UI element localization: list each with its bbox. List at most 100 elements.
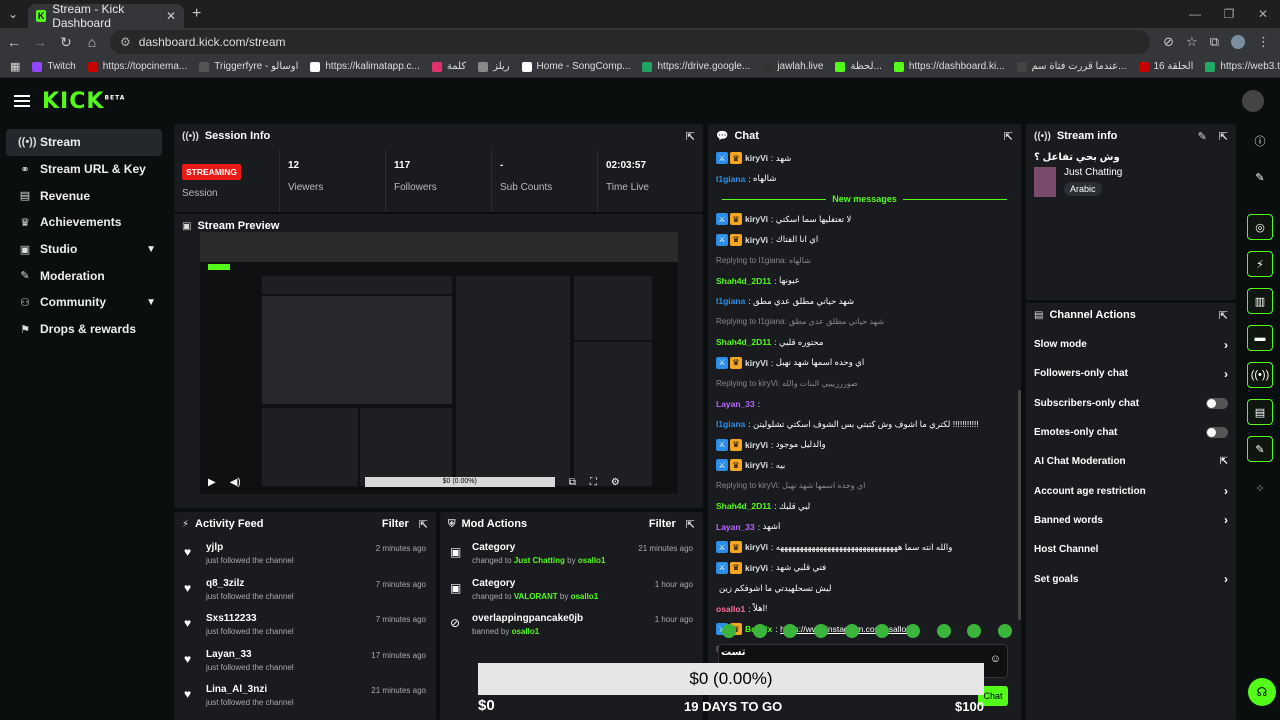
tab-search-icon[interactable]: ⌄ [0,0,26,28]
toggle-switch[interactable] [1206,397,1228,409]
back-icon[interactable]: ← [2,30,26,54]
channel-action-row[interactable]: Set goals › [1026,564,1236,593]
chat-username[interactable]: kiryVi [745,153,768,163]
chat-message[interactable]: I1giana: لكتري ما اشوف وش كتبتي بس الشوف… [716,414,1013,435]
chat-bubble-icon[interactable]: ▬ [1247,325,1273,351]
home-icon[interactable]: ⌂ [80,30,104,54]
chat-username[interactable]: Layan_33 [716,522,755,532]
emote-icon[interactable] [722,624,736,638]
follower-name[interactable]: Sxs112233 [206,613,294,624]
extensions-icon[interactable]: ⧉ [1210,34,1219,50]
emote-icon[interactable] [752,624,767,638]
chat-message[interactable]: Shah4d_2D11: محتوره قلبي [716,332,1013,353]
close-window-icon[interactable]: ✕ [1246,0,1280,28]
kick-logo[interactable]: KICKBETA [42,89,125,114]
hamburger-menu-icon[interactable] [14,95,30,107]
bookmark-item[interactable]: https://topcinema... [87,61,187,72]
settings-icon[interactable]: ⚙ [611,477,620,488]
clipboard-icon[interactable]: ▥ [1247,288,1273,314]
browser-tab[interactable]: K Stream - Kick Dashboard ✕ [28,2,184,30]
info-circle-icon[interactable]: ⓘ [1247,128,1273,154]
bookmark-item[interactable]: https://dashboard.ki... [893,61,1005,72]
chat-username[interactable]: Shah4d_2D11 [716,276,771,286]
expand-icon[interactable]: ⇱ [1219,309,1228,322]
fullscreen-icon[interactable]: ⛶ [590,477,597,488]
toggle-switch[interactable] [1206,427,1228,439]
close-tab-icon[interactable]: ✕ [166,9,176,23]
expand-icon[interactable]: ⇱ [686,130,695,143]
chat-message[interactable]: ⚔ ♛ kiryVi: والله انته سما ههههههههههههههه… [716,537,1013,558]
expand-icon[interactable]: ⇱ [1219,130,1228,143]
menu-dots-icon[interactable]: ⋮ [1257,34,1270,50]
chat-username[interactable]: I1giana [716,174,745,184]
apps-grid-icon[interactable]: ▦ [10,60,20,73]
sidebar-item-achievements[interactable]: ♛ Achievements [6,209,162,236]
channel-action-row[interactable]: Host Channel [1026,535,1236,564]
broadcast-icon[interactable]: ((•)) [1247,362,1273,388]
filter-button[interactable]: Filter [649,518,676,530]
pip-icon[interactable]: ⧉ [569,477,576,488]
expand-icon[interactable]: ⇱ [419,518,428,531]
channel-action-row[interactable]: Slow mode › [1026,330,1236,359]
chat-message[interactable]: I1giana: شالهاه [716,169,1013,190]
follower-name[interactable]: q8_3zilz [206,578,294,589]
minimize-icon[interactable]: — [1178,0,1212,28]
channel-action-row[interactable]: Emotes-only chat [1026,418,1236,447]
sidebar-item-moderation[interactable]: ✎ Moderation [6,262,162,289]
chat-message[interactable]: ليش تسحلهيدتي ما اشوفكم زين [716,578,1013,599]
reload-icon[interactable]: ↻ [54,30,78,54]
plugins-icon[interactable]: ⁘ [1247,475,1273,501]
sidebar-item-community[interactable]: ⚇ Community ▼ [6,289,162,316]
chat-username[interactable]: Layan_33 [716,399,755,409]
bookmark-item[interactable]: عندما قررت فتاة سم... [1016,61,1127,72]
url-bar[interactable]: ⚙ dashboard.kick.com/stream [110,30,1150,54]
user-avatar[interactable] [1242,90,1264,112]
chat-message[interactable]: ⚔ ♛ kiryVi: اي وحده اسمها شهد نهبل [716,353,1013,374]
chat-message[interactable]: ⚔ ♛ kiryVi: اي انا الفتاك [716,230,1013,251]
bookmark-item[interactable]: https://drive.google... [642,61,750,72]
chat-username[interactable]: Shah4d_2D11 [716,501,771,511]
chat-username[interactable]: kiryVi [745,358,768,368]
chat-message[interactable]: Layan_33: [716,394,1013,415]
filter-button[interactable]: Filter [382,518,409,530]
maximize-icon[interactable]: ❐ [1212,0,1246,28]
chat-message[interactable]: ⚔ ♛ kiryVi: شهد [716,148,1013,169]
chat-username[interactable]: I1giana [716,419,745,429]
bookmark-item[interactable]: Twitch [32,61,76,72]
emote-icon[interactable] [875,624,890,638]
bookmark-item[interactable]: https://web3.topcin... [1205,61,1280,72]
chat-message[interactable]: Shah4d_2D11: لبي قلبك [716,496,1013,517]
chat-username[interactable]: Shah4d_2D11 [716,337,771,347]
chat-message[interactable]: ⚔ ♛ kiryVi: لا تعتفليها سما اسكتي [716,209,1013,230]
sidebar-item-revenue[interactable]: ▤ Revenue [6,182,162,209]
bookmark-item[interactable]: jawlah.live [762,61,823,72]
sidebar-item-stream[interactable]: ((•)) Stream [6,129,162,156]
support-chat-icon[interactable]: ☊ [1248,678,1276,706]
pencil-icon[interactable]: ✎ [1247,164,1273,190]
sidebar-item-drops-rewards[interactable]: ⚑ Drops & rewards [6,316,162,343]
chat-username[interactable]: kiryVi [745,235,768,245]
bookmark-item[interactable]: لحظة... [835,61,882,72]
play-icon[interactable]: ▶ [208,477,216,488]
chat-scrollbar[interactable] [1018,390,1021,620]
chat-username[interactable]: kiryVi [745,214,768,224]
chat-username[interactable]: kiryVi [745,460,768,470]
forward-icon[interactable]: → [28,30,52,54]
chat-message[interactable]: Shah4d_2D11: عيونها [716,271,1013,292]
channel-action-row[interactable]: Subscribers-only chat [1026,389,1236,418]
chat-message[interactable]: osallo1: اهلاً! [716,599,1013,620]
channel-action-row[interactable]: Account age restriction › [1026,476,1236,505]
follower-name[interactable]: Lina_Al_3nzi [206,684,294,695]
chat-username[interactable]: kiryVi [745,542,768,552]
chat-username[interactable]: I1giana [716,296,745,306]
expand-icon[interactable]: ⇱ [1004,130,1013,143]
stream-preview-video[interactable]: ▶ ◀) $0 (0.00%) ⧉ ⛶ ⚙ [200,232,678,494]
channel-action-row[interactable]: AI Chat Moderation ⇱ [1026,447,1236,476]
camera-icon[interactable]: ◎ [1247,214,1273,240]
emote-icon[interactable] [967,624,982,638]
channel-action-row[interactable]: Followers-only chat › [1026,359,1236,388]
chat-username[interactable]: osallo1 [716,604,745,614]
emote-icon[interactable] [905,624,920,638]
moderator-name[interactable]: osallo1 [512,627,540,636]
profile-avatar[interactable] [1231,35,1245,49]
